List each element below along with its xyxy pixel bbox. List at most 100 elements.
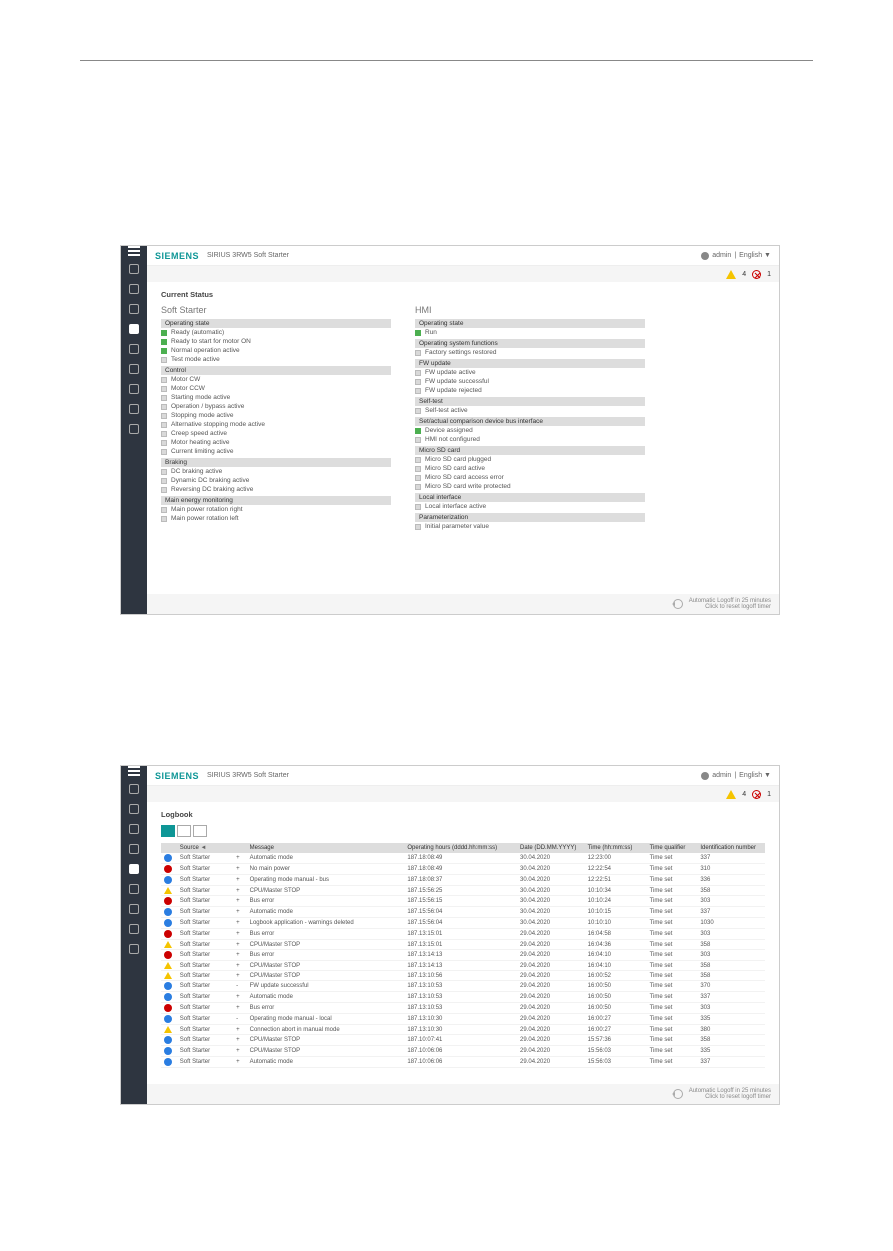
table-row[interactable]: Soft Starter+Operating mode manual - bus…: [161, 875, 765, 886]
status-label: Device assigned: [425, 427, 473, 434]
warning-icon[interactable]: [726, 270, 736, 279]
column-header[interactable]: [161, 843, 177, 853]
logoff-text2[interactable]: Click to reset logoff timer: [705, 604, 771, 610]
table-row[interactable]: Soft Starter+CPU/Master STOP187.13:14:13…: [161, 961, 765, 971]
column-header[interactable]: Time (hh:mm:ss): [585, 843, 647, 853]
footer: Automatic Logoff in 25 minutes Click to …: [147, 594, 779, 614]
nav-log-icon[interactable]: [129, 864, 139, 874]
warning-icon[interactable]: [726, 790, 736, 799]
error-icon[interactable]: [752, 270, 761, 279]
column-header[interactable]: Source ◄: [177, 843, 233, 853]
table-row[interactable]: Soft Starter+CPU/Master STOP187.10:06:06…: [161, 1046, 765, 1057]
status-row: Self-test active: [415, 406, 645, 415]
status-label: FW update rejected: [425, 387, 482, 394]
nav-log-icon[interactable]: [129, 344, 139, 354]
table-row[interactable]: Soft Starter+CPU/Master STOP187.13:10:56…: [161, 971, 765, 981]
table-row[interactable]: Soft Starter+Automatic mode187.18:08:493…: [161, 853, 765, 864]
nav-dash-icon[interactable]: [129, 884, 139, 894]
status-label: Ready (automatic): [171, 329, 224, 336]
table-row[interactable]: Soft Starter+CPU/Master STOP187.10:07:41…: [161, 1035, 765, 1046]
cell: 187.13:15:01: [404, 929, 517, 940]
nav-link-icon[interactable]: [129, 824, 139, 834]
screenshot-logbook: SIEMENS SIRIUS 3RW5 Soft Starter admin |…: [120, 765, 780, 1105]
nav-link-icon[interactable]: [129, 304, 139, 314]
logoff-text2[interactable]: Click to reset logoff timer: [705, 1094, 771, 1100]
nav-status-icon[interactable]: [129, 844, 139, 854]
table-row[interactable]: Soft Starter+CPU/Master STOP187.13:15:01…: [161, 940, 765, 950]
menu-icon[interactable]: [128, 770, 140, 772]
status-row: Normal operation active: [161, 346, 391, 355]
column-header[interactable]: [233, 843, 247, 853]
table-row[interactable]: Soft Starter+Bus error187.13:14:1329.04.…: [161, 950, 765, 961]
cell: Operating mode manual - local: [247, 1014, 405, 1025]
table-row[interactable]: Soft Starter-Operating mode manual - loc…: [161, 1014, 765, 1025]
nav-status-icon[interactable]: [129, 324, 139, 334]
nav-dash-icon[interactable]: [129, 364, 139, 374]
cell: CPU/Master STOP: [247, 1046, 405, 1057]
status-row: Test mode active: [161, 355, 391, 364]
cell: 303: [697, 1003, 765, 1014]
table-row[interactable]: Soft Starter+Bus error187.13:15:0129.04.…: [161, 929, 765, 940]
cell: 187.13:10:30: [404, 1014, 517, 1025]
status-label: Micro SD card active: [425, 465, 485, 472]
nav-info-icon[interactable]: [129, 284, 139, 294]
tab-device-errors[interactable]: [161, 825, 175, 837]
column-header[interactable]: Operating hours (dddd.hh:mm:ss): [404, 843, 517, 853]
cell: 187.15:56:04: [404, 907, 517, 918]
footer: Automatic Logoff in 25 minutes Click to …: [147, 1084, 779, 1104]
table-row[interactable]: Soft Starter+CPU/Master STOP187.15:56:25…: [161, 886, 765, 896]
cell: Time set: [647, 918, 698, 929]
cell: Time set: [647, 971, 698, 981]
nav-chart-icon[interactable]: [129, 384, 139, 394]
nav-settings-icon[interactable]: [129, 424, 139, 434]
status-row: Creep speed active: [161, 429, 391, 438]
error-icon[interactable]: [752, 790, 761, 799]
column-header[interactable]: Date (DD.MM.YYYY): [517, 843, 585, 853]
cell: 29.04.2020: [517, 950, 585, 961]
reset-timer-icon[interactable]: [673, 1089, 683, 1099]
status-label: Local interface active: [425, 503, 486, 510]
status-led-icon: [415, 466, 421, 472]
status-label: DC braking active: [171, 468, 222, 475]
table-row[interactable]: Soft Starter+Bus error187.13:10:5329.04.…: [161, 1003, 765, 1014]
nav-info-icon[interactable]: [129, 804, 139, 814]
menu-icon[interactable]: [128, 250, 140, 252]
cell: 30.04.2020: [517, 886, 585, 896]
table-row[interactable]: Soft Starter+Bus error187.15:56:1530.04.…: [161, 896, 765, 907]
cell: Bus error: [247, 896, 405, 907]
table-row[interactable]: Soft Starter+Automatic mode187.13:10:532…: [161, 992, 765, 1003]
column-header[interactable]: Time qualifier: [647, 843, 698, 853]
language-selector[interactable]: English ▼: [739, 772, 771, 779]
table-row[interactable]: Soft Starter+Automatic mode187.10:06:062…: [161, 1057, 765, 1068]
cell: 303: [697, 896, 765, 907]
cell: 187.13:10:56: [404, 971, 517, 981]
cell: 29.04.2020: [517, 1025, 585, 1035]
table-row[interactable]: Soft Starter+Automatic mode187.15:56:043…: [161, 907, 765, 918]
status-label: Motor CW: [171, 376, 200, 383]
cell: Time set: [647, 1025, 698, 1035]
cell: 358: [697, 961, 765, 971]
table-row[interactable]: Soft Starter+No main power187.18:08:4930…: [161, 864, 765, 875]
tab-refresh[interactable]: [193, 825, 207, 837]
nav-cloud-icon[interactable]: [129, 924, 139, 934]
nav-chart-icon[interactable]: [129, 904, 139, 914]
cell: 187.13:10:53: [404, 1003, 517, 1014]
err-icon: [164, 1004, 172, 1012]
table-row[interactable]: Soft Starter+Logbook application - warni…: [161, 918, 765, 929]
user-icon[interactable]: [701, 772, 709, 780]
column-header[interactable]: Message: [247, 843, 405, 853]
nav-settings-icon[interactable]: [129, 944, 139, 954]
product-name: SIRIUS 3RW5 Soft Starter: [207, 772, 289, 779]
cell: 29.04.2020: [517, 1035, 585, 1046]
table-row[interactable]: Soft Starter+Connection abort in manual …: [161, 1025, 765, 1035]
nav-home-icon[interactable]: [129, 264, 139, 274]
nav-cloud-icon[interactable]: [129, 404, 139, 414]
tab-device-events[interactable]: [177, 825, 191, 837]
column-header[interactable]: Identification number: [697, 843, 765, 853]
reset-timer-icon[interactable]: [673, 599, 683, 609]
status-led-icon: [415, 350, 421, 356]
nav-home-icon[interactable]: [129, 784, 139, 794]
user-icon[interactable]: [701, 252, 709, 260]
language-selector[interactable]: English ▼: [739, 252, 771, 259]
table-row[interactable]: Soft Starter-FW update successful187.13:…: [161, 981, 765, 992]
